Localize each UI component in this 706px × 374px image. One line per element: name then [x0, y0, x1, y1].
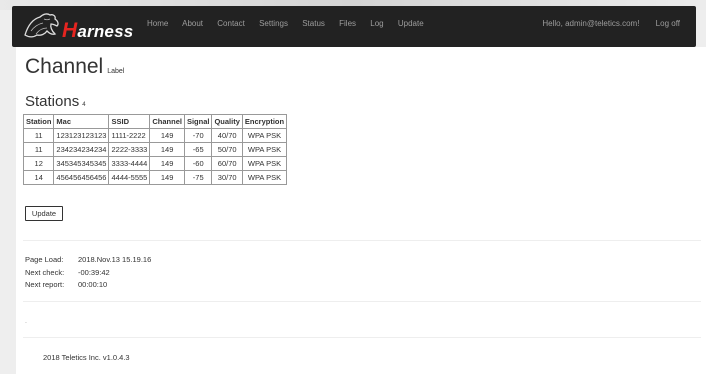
- cell-mac: 345345345345: [53, 156, 110, 171]
- nav-update[interactable]: Update: [398, 19, 424, 28]
- divider: [23, 301, 701, 302]
- placeholder-dot: .: [25, 318, 27, 325]
- cell-channel: 149: [149, 142, 185, 157]
- cell-station: 11: [22, 142, 55, 157]
- divider: [23, 240, 701, 241]
- page-load-value: 2018.Nov.13 15.19.16: [78, 255, 152, 264]
- cell-channel: 149: [149, 156, 185, 171]
- cell-channel: 149: [149, 128, 185, 143]
- footer-copyright: 2018 Teletics Inc. v1.0.4.3: [43, 353, 130, 362]
- col-ssid: SSID: [108, 114, 151, 129]
- next-report-label: Next report:: [25, 280, 65, 289]
- col-station: Station: [22, 114, 55, 129]
- col-mac: Mac: [53, 114, 110, 129]
- user-greeting-link[interactable]: Hello, admin@teletics.com!: [542, 19, 639, 28]
- logoff-link[interactable]: Log off: [656, 19, 680, 28]
- cell-encryption: WPA PSK: [241, 128, 288, 143]
- cell-station: 11: [22, 128, 55, 143]
- cell-station: 14: [22, 170, 55, 185]
- cell-encryption: WPA PSK: [241, 142, 288, 157]
- nav-about[interactable]: About: [182, 19, 203, 28]
- cell-quality: 60/70: [211, 156, 243, 171]
- nav-log[interactable]: Log: [370, 19, 383, 28]
- table-header-row: Station Mac SSID Channel Signal Quality …: [22, 114, 288, 129]
- col-quality: Quality: [211, 114, 243, 129]
- cell-quality: 40/70: [211, 128, 243, 143]
- cell-mac: 234234234234: [53, 142, 110, 157]
- col-signal: Signal: [183, 114, 213, 129]
- cell-quality: 50/70: [211, 142, 243, 157]
- navbar: Harness Home About Contact Settings Stat…: [12, 6, 696, 47]
- main-content: Channel Label Stations 4 Station Mac SSID …: [16, 47, 706, 374]
- status-info: Page Load: 2018.Nov.13 15.19.16 Next chec…: [25, 254, 151, 292]
- table-row: 12 345345345345 3333-4444 149 -60 60/70 …: [22, 156, 288, 171]
- next-check-label: Next check:: [25, 267, 65, 277]
- table-row: 11 123123123123 1111-2222 149 -70 40/70 …: [22, 128, 288, 143]
- next-report-value: 00:00:10: [78, 280, 108, 289]
- cell-signal: -75: [183, 170, 213, 185]
- nav-contact[interactable]: Contact: [217, 19, 245, 28]
- cell-ssid: 3333-4444: [108, 156, 151, 171]
- stations-table: Station Mac SSID Channel Signal Quality …: [22, 114, 288, 185]
- brand-name: Harness: [62, 19, 134, 42]
- nav-links: Home About Contact Settings Status Files…: [147, 19, 436, 28]
- nav-settings[interactable]: Settings: [259, 19, 288, 28]
- cell-encryption: WPA PSK: [241, 156, 288, 171]
- col-channel: Channel: [149, 114, 185, 129]
- cell-signal: -70: [183, 128, 213, 143]
- cell-ssid: 2222-3333: [108, 142, 151, 157]
- divider: [23, 337, 701, 338]
- cell-mac: 123123123123: [53, 128, 110, 143]
- cell-mac: 456456456456: [53, 170, 110, 185]
- horse-logo-icon: [24, 13, 59, 38]
- col-encryption: Encryption: [241, 114, 288, 129]
- brand-logo[interactable]: Harness: [22, 8, 133, 44]
- page-title: Channel Label: [25, 55, 125, 78]
- update-button[interactable]: Update: [25, 206, 63, 221]
- page-title-label: Label: [107, 68, 125, 75]
- stations-heading: Stations 4: [25, 93, 86, 110]
- cell-ssid: 4444-5555: [108, 170, 151, 185]
- page-load-label: Page Load:: [25, 255, 64, 264]
- cell-encryption: WPA PSK: [241, 170, 288, 185]
- cell-quality: 30/70: [211, 170, 243, 185]
- table-row: 11 234234234234 2222-3333 149 -65 50/70 …: [22, 142, 288, 157]
- nav-status[interactable]: Status: [302, 19, 325, 28]
- nav-home[interactable]: Home: [147, 19, 168, 28]
- cell-channel: 149: [149, 170, 185, 185]
- next-check-value: -00:39:42: [78, 267, 110, 277]
- nav-files[interactable]: Files: [339, 19, 356, 28]
- cell-signal: -60: [183, 156, 213, 171]
- cell-ssid: 1111-2222: [108, 128, 151, 143]
- table-row: 14 456456456456 4444-5555 149 -75 30/70 …: [22, 170, 288, 185]
- nav-user-area: Hello, admin@teletics.com! Log off: [528, 19, 680, 28]
- cell-signal: -65: [183, 142, 213, 157]
- stations-count: 4: [82, 102, 86, 108]
- cell-station: 12: [22, 156, 55, 171]
